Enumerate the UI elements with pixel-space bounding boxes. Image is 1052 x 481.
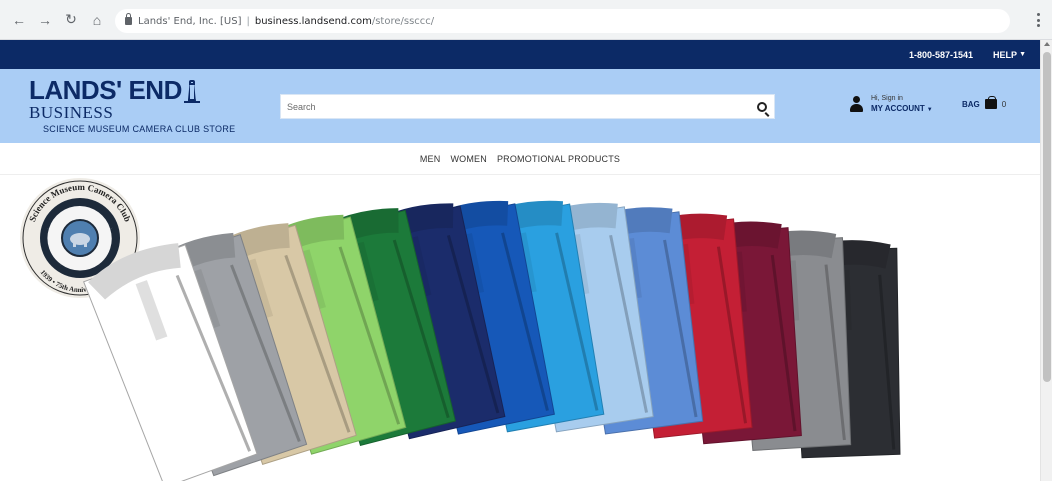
site-logo[interactable]: LANDS' END BUSINESS SCIENCE MUSEUM CAMER… [29, 77, 259, 137]
browser-menu-icon[interactable] [1036, 13, 1040, 27]
category-nav: MEN WOMEN PROMOTIONAL PRODUCTS [0, 143, 1040, 175]
nav-item-men[interactable]: MEN [420, 154, 441, 164]
lock-icon [125, 13, 132, 25]
forward-arrow-icon[interactable]: → [36, 11, 54, 29]
bag-count: 0 [1001, 99, 1007, 109]
chevron-down-icon: ▼ [1019, 51, 1026, 58]
home-icon[interactable]: ⌂ [88, 11, 106, 29]
logo-wordmark: LANDS' END [29, 75, 182, 105]
logo-business: BUSINESS [29, 103, 114, 122]
url-path: /store/ssccc/ [371, 15, 435, 27]
lighthouse-icon [183, 79, 200, 103]
site-identity: Lands' End, Inc. [US] [138, 15, 242, 27]
help-menu[interactable]: HELP ▼ [993, 50, 1026, 60]
search-bar [280, 94, 775, 119]
nav-item-women[interactable]: WOMEN [450, 154, 487, 164]
address-separator: | [246, 15, 250, 27]
user-icon [850, 96, 863, 113]
page-scrollbar[interactable] [1040, 40, 1052, 481]
site-header: LANDS' END BUSINESS SCIENCE MUSEUM CAMER… [0, 69, 1040, 143]
account-greeting: Hi, Sign in [871, 95, 903, 102]
search-icon [757, 101, 767, 112]
help-label: HELP [993, 49, 1018, 60]
polo-shirts-fan [83, 200, 901, 481]
chevron-down-icon: ▼ [926, 107, 933, 113]
account-menu[interactable]: Hi, Sign in MY ACCOUNT ▼ [850, 94, 933, 115]
search-input[interactable] [281, 95, 750, 118]
back-arrow-icon[interactable]: ← [10, 11, 28, 29]
scroll-thumb[interactable] [1043, 52, 1051, 382]
shopping-bag[interactable]: BAG 0 [962, 96, 1007, 109]
nav-item-promotional-products[interactable]: PROMOTIONAL PRODUCTS [497, 154, 620, 164]
phone-number[interactable]: 1-800-587-1541 [909, 50, 973, 60]
account-label: MY ACCOUNT [871, 104, 925, 113]
bag-icon [984, 96, 997, 109]
address-bar[interactable]: Lands' End, Inc. [US] | business.landsen… [115, 9, 1010, 33]
store-name: SCIENCE MUSEUM CAMERA CLUB STORE [43, 124, 236, 134]
hero-image: Science Museum Camera Club 1939 • 75th A… [20, 178, 901, 481]
browser-toolbar: ← → ↻ ⌂ Lands' End, Inc. [US] | business… [0, 0, 1052, 40]
bag-label: BAG [962, 99, 980, 109]
search-button[interactable] [750, 95, 774, 118]
hero-banner[interactable]: Science Museum Camera Club 1939 • 75th A… [0, 176, 1040, 481]
utility-bar: 1-800-587-1541 HELP ▼ [0, 40, 1040, 69]
url-host: business.landsend.com [254, 15, 372, 27]
reload-icon[interactable]: ↻ [62, 11, 80, 29]
scroll-up-arrow-icon[interactable] [1044, 42, 1050, 46]
